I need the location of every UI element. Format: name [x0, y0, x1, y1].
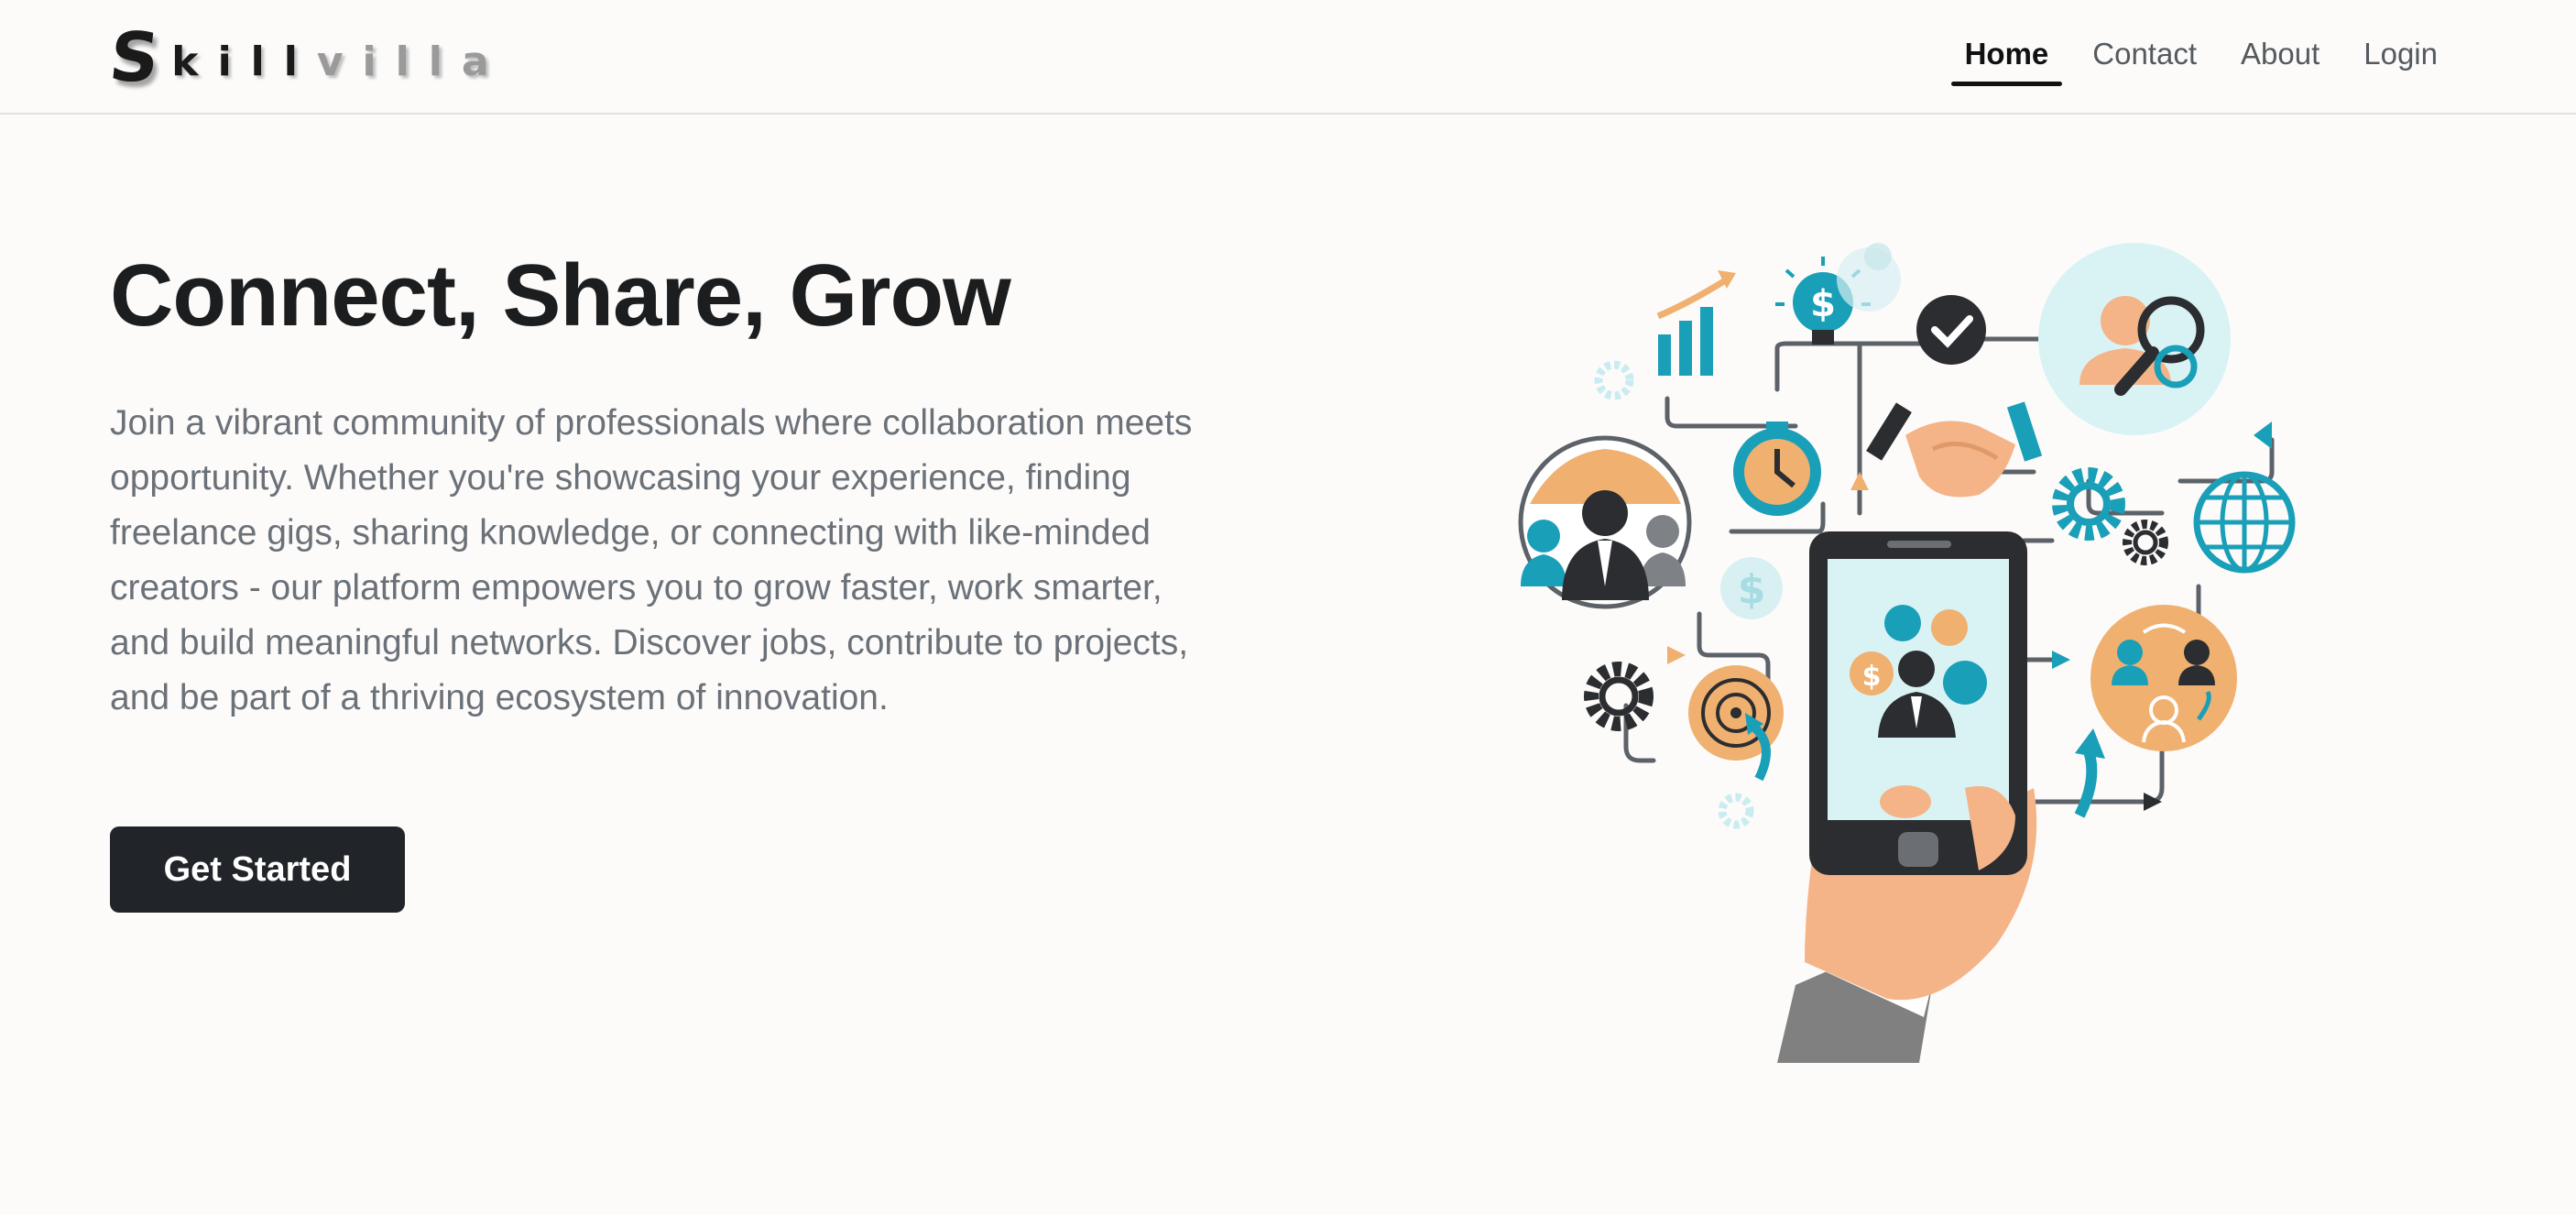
bar-chart-icon: [1656, 270, 1736, 376]
svg-text:$: $: [1738, 566, 1766, 613]
logo-letter: i: [217, 38, 232, 85]
nav-home[interactable]: Home: [1950, 27, 2063, 86]
logo-wordmark: killvilla: [171, 42, 508, 90]
nav-contact[interactable]: Contact: [2079, 27, 2210, 86]
search-person-icon: [2038, 243, 2231, 435]
logo-letter: i: [362, 38, 377, 85]
networking-hand-phone-illustration: $ $ $: [1518, 243, 2296, 1063]
world-globe-icon: [2193, 471, 2296, 574]
logo-letter: l: [428, 38, 442, 85]
logo-letter: l: [250, 38, 265, 85]
nav-login[interactable]: Login: [2350, 27, 2451, 86]
stopwatch-icon: [1733, 421, 1821, 516]
svg-text:$: $: [1862, 661, 1882, 693]
hero-title: Connect, Share, Grow: [110, 246, 1011, 345]
globe-people-icon: [1518, 435, 1692, 609]
logo-letter: a: [461, 38, 489, 85]
svg-text:$: $: [1810, 283, 1836, 325]
get-started-button[interactable]: Get Started: [110, 826, 405, 913]
hero-description: Join a vibrant community of professional…: [110, 403, 1193, 717]
logo-letter: l: [395, 38, 409, 85]
logo-letter: l: [283, 38, 298, 85]
logo-letter: k: [171, 38, 199, 85]
dollar-coin-icon: $: [1720, 557, 1783, 619]
site-header: S killvilla Home Contact About Login: [0, 0, 2576, 115]
main-nav: Home Contact About Login: [1935, 27, 2451, 86]
logo-letter: v: [316, 38, 344, 85]
nav-about[interactable]: About: [2227, 27, 2333, 86]
logo-initial: S: [105, 18, 163, 97]
gear-icon: [2052, 467, 2168, 565]
target-icon: [1688, 665, 1784, 782]
team-exchange-icon: [2090, 605, 2237, 751]
checkmark-icon: [1916, 295, 1986, 365]
handshake-icon: [1866, 401, 2043, 498]
brand-logo[interactable]: S killvilla: [105, 18, 508, 97]
